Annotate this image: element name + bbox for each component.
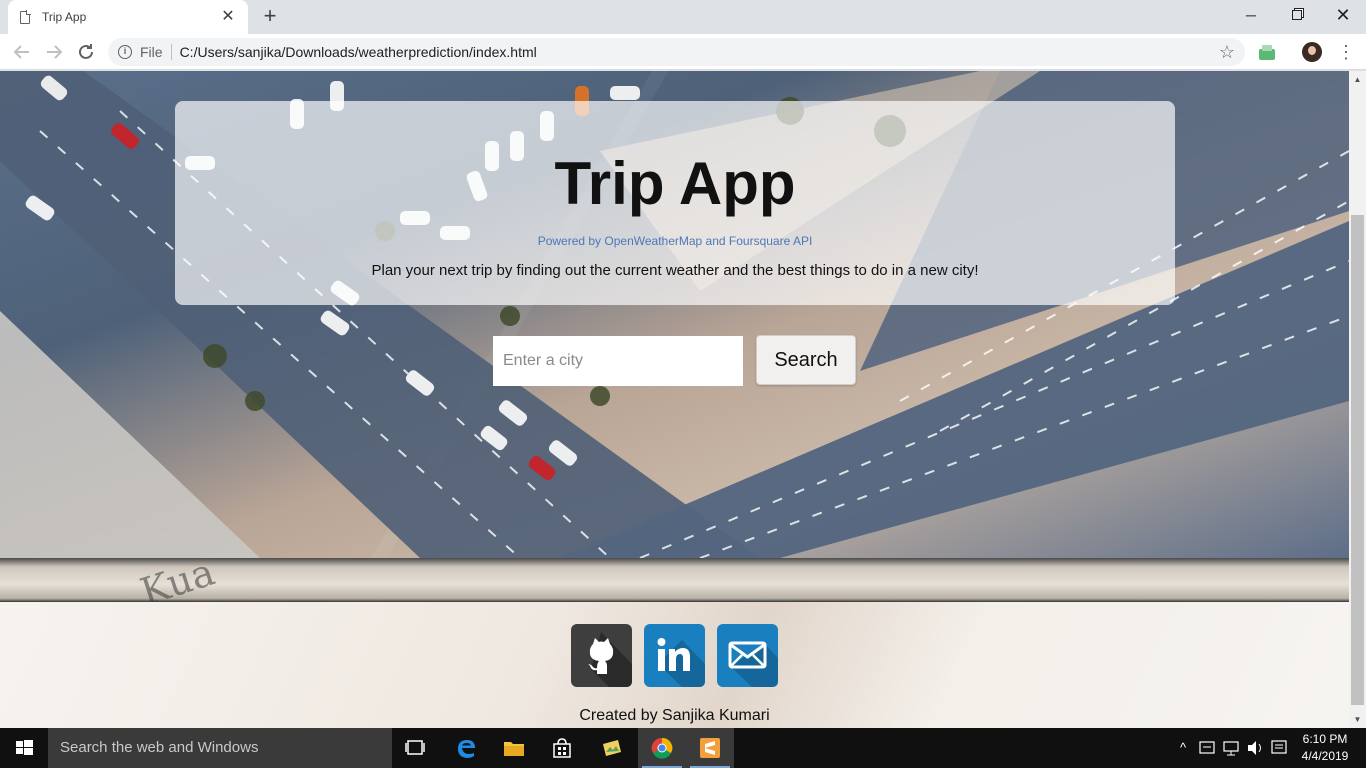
taskbar-sublime-text[interactable] xyxy=(686,728,734,768)
page-scrollbar[interactable]: ▲ ▼ xyxy=(1349,71,1366,728)
browser-toolbar: i File C:/Users/sanjika/Downloads/weathe… xyxy=(0,34,1366,70)
scroll-up-arrow-icon[interactable]: ▲ xyxy=(1349,71,1366,88)
bookmark-star-icon[interactable]: ☆ xyxy=(1219,42,1235,63)
powered-by-text: Powered by OpenWeatherMap and Foursquare… xyxy=(537,234,813,248)
windows-logo-icon xyxy=(16,740,33,755)
city-search-input[interactable] xyxy=(493,336,743,386)
input-method-icon[interactable] xyxy=(1196,728,1218,768)
scheme-label: File xyxy=(140,44,172,60)
task-view-button[interactable] xyxy=(392,728,440,768)
clock-time: 6:10 PM xyxy=(1302,732,1348,746)
sublime-text-icon xyxy=(700,738,720,758)
scroll-down-arrow-icon[interactable]: ▼ xyxy=(1349,711,1366,728)
notifications-icon[interactable] xyxy=(1268,728,1290,768)
arrow-right-icon xyxy=(47,45,63,59)
taskbar-store[interactable] xyxy=(538,728,586,768)
browser-tab[interactable]: Trip App ✕ xyxy=(8,0,248,34)
chrome-icon xyxy=(651,737,673,759)
taskbar-clock[interactable]: 6:10 PM 4/4/2019 xyxy=(1296,731,1354,765)
linkedin-icon xyxy=(657,638,705,687)
task-view-icon xyxy=(405,740,425,755)
browser-tabstrip: Trip App ✕ + ─ ✕ xyxy=(0,0,1366,34)
github-icon xyxy=(588,632,632,687)
taskbar-chrome[interactable] xyxy=(638,728,686,768)
info-icon[interactable]: i xyxy=(118,45,132,59)
page-viewport: Kua Trip App Powered by OpenWeatherMap a… xyxy=(0,71,1349,728)
extension-icon[interactable] xyxy=(1258,43,1276,61)
folder-icon xyxy=(504,742,524,756)
background-band: Kua xyxy=(0,558,1349,602)
tagline-text: Plan your next trip by finding out the c… xyxy=(371,262,979,279)
clock-date: 4/4/2019 xyxy=(1301,749,1349,763)
background-map-text: Kua xyxy=(135,558,220,602)
volume-icon[interactable] xyxy=(1244,728,1266,768)
tab-close-icon[interactable]: ✕ xyxy=(220,9,236,25)
store-icon xyxy=(553,738,571,758)
browser-menu-icon[interactable]: ⋮ xyxy=(1336,42,1356,62)
url-text[interactable]: C:/Users/sanjika/Downloads/weatherpredic… xyxy=(180,44,1219,60)
taskbar-photos[interactable] xyxy=(588,728,636,768)
reload-icon xyxy=(79,44,93,59)
back-button[interactable] xyxy=(10,40,34,64)
restore-icon xyxy=(1292,10,1302,20)
search-button[interactable]: Search xyxy=(756,335,856,385)
start-button[interactable] xyxy=(0,728,48,768)
header-card: Trip App Powered by OpenWeatherMap and F… xyxy=(175,101,1175,305)
github-link[interactable] xyxy=(571,624,632,687)
page-icon xyxy=(20,9,31,24)
tray-chevron-icon[interactable]: ^ xyxy=(1174,728,1192,768)
arrow-left-icon xyxy=(13,45,29,59)
profile-avatar[interactable] xyxy=(1302,42,1322,62)
edge-icon xyxy=(458,740,475,758)
scrollbar-thumb[interactable] xyxy=(1351,215,1364,705)
taskbar-search-box[interactable]: Search the web and Windows xyxy=(48,728,392,768)
taskbar-edge[interactable] xyxy=(442,728,490,768)
page-title: Trip App xyxy=(554,150,796,217)
window-restore-button[interactable] xyxy=(1274,0,1320,30)
tab-title: Trip App xyxy=(42,10,87,24)
reload-button[interactable] xyxy=(74,40,98,64)
photos-icon xyxy=(603,740,621,756)
credit-text: Created by Sanjika Kumari xyxy=(579,707,770,724)
window-minimize-button[interactable]: ─ xyxy=(1228,0,1274,30)
email-link[interactable] xyxy=(717,624,778,687)
windows-taskbar: Search the web and Windows ^ 6:10 PM 4/4… xyxy=(0,728,1366,768)
new-tab-button[interactable]: + xyxy=(258,5,282,29)
forward-button[interactable] xyxy=(42,40,66,64)
address-bar[interactable]: i File C:/Users/sanjika/Downloads/weathe… xyxy=(108,38,1245,66)
email-icon xyxy=(728,641,778,687)
taskbar-file-explorer[interactable] xyxy=(490,728,538,768)
linkedin-link[interactable] xyxy=(644,624,705,687)
network-icon[interactable] xyxy=(1220,728,1242,768)
window-close-button[interactable]: ✕ xyxy=(1320,0,1366,30)
